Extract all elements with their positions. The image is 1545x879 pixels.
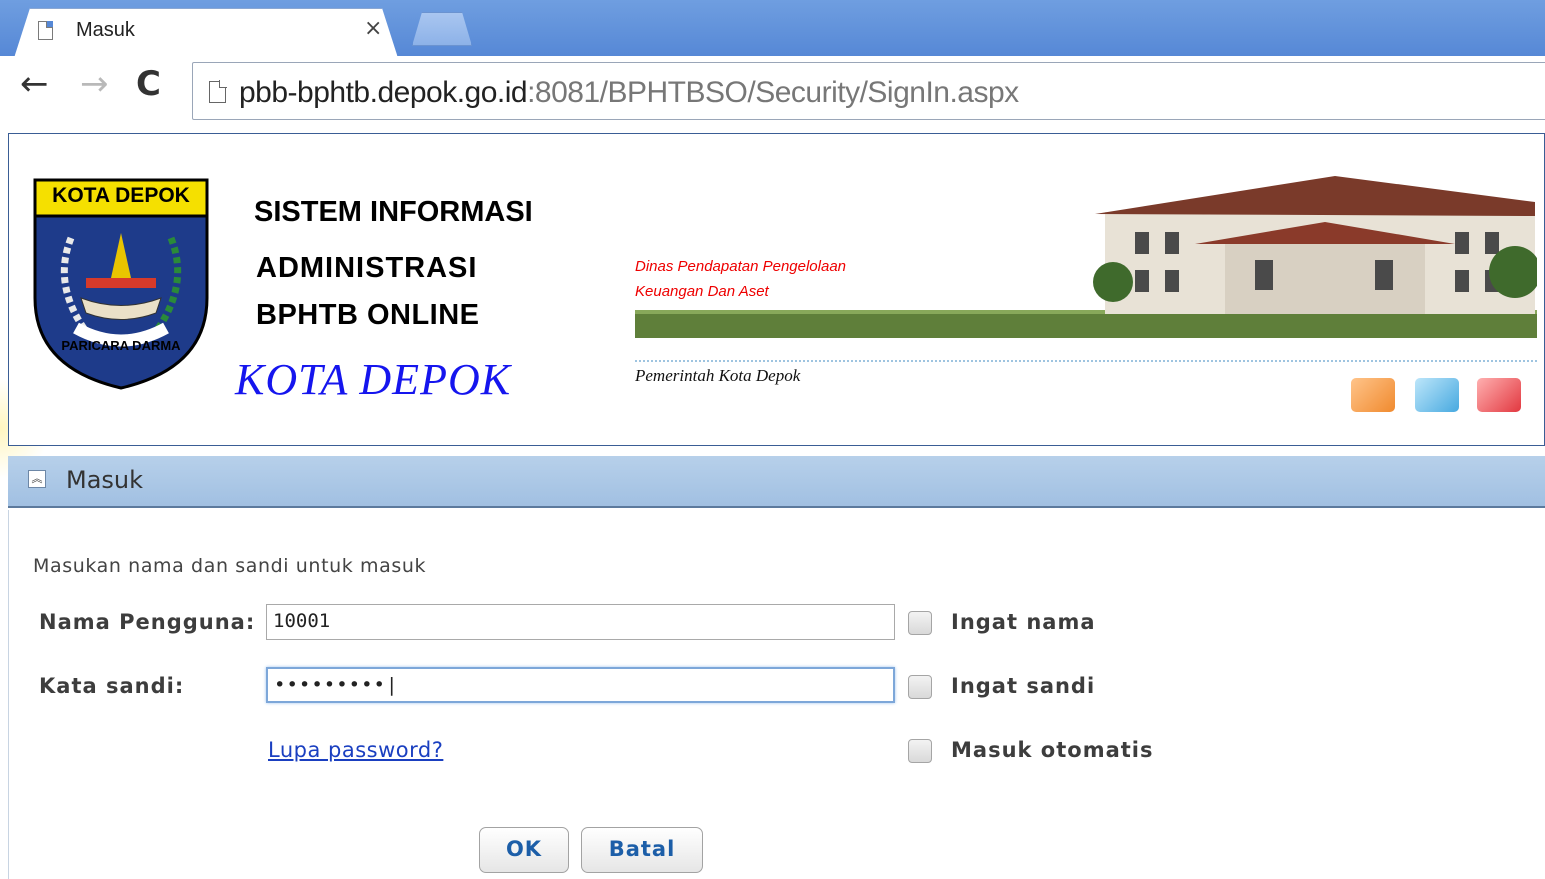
url-path: :8081/BPHTBSO/Security/SignIn.aspx	[527, 76, 1019, 109]
system-title-line2: ADMINISTRASI	[256, 252, 478, 284]
remember-password-label[interactable]: Ingat sandi	[951, 674, 1095, 698]
emblem-motto: PARICARA DARMA	[61, 338, 181, 353]
cancel-button[interactable]: Batal	[581, 827, 703, 873]
agency-name: Dinas Pendapatan Pengelolaan Keuangan Da…	[635, 254, 846, 304]
username-field[interactable]: 10001	[266, 604, 895, 640]
page-icon	[38, 21, 53, 40]
auto-login-checkbox[interactable]	[908, 739, 932, 763]
system-title-line1: SISTEM INFORMASI	[254, 196, 533, 228]
browser-tabstrip: Masuk ×	[0, 0, 1545, 58]
login-form: Masukan nama dan sandi untuk masuk Nama …	[8, 510, 1545, 879]
url-host: pbb-bphtb.depok.go.id	[239, 76, 528, 109]
banner-divider	[635, 360, 1537, 362]
orange-cube-icon	[1351, 378, 1395, 412]
forgot-password-link[interactable]: Lupa password?	[268, 738, 443, 762]
red-cube-icon	[1477, 378, 1521, 412]
panel-title: Masuk	[66, 466, 144, 494]
browser-toolbar: ← → C pbb-bphtb.depok.go.id:8081/BPHTBSO…	[0, 56, 1545, 128]
close-tab-icon[interactable]: ×	[364, 16, 382, 41]
system-title-line3: BPHTB ONLINE	[256, 299, 480, 331]
remember-name-label[interactable]: Ingat nama	[951, 610, 1096, 634]
remember-password-checkbox[interactable]	[908, 675, 932, 699]
login-panel-header: ︽ Masuk	[8, 456, 1545, 508]
browser-tab[interactable]	[14, 8, 398, 58]
agency-name-line1: Dinas Pendapatan Pengelolaan	[635, 258, 847, 275]
login-instruction: Masukan nama dan sandi untuk masuk	[33, 555, 427, 577]
password-label: Kata sandi:	[39, 674, 185, 698]
forward-icon[interactable]: →	[80, 64, 109, 104]
ok-button[interactable]: OK	[479, 827, 569, 873]
url-text[interactable]: pbb-bphtb.depok.go.id:8081/BPHTBSO/Secur…	[239, 76, 1019, 110]
collapse-icon[interactable]: ︽	[28, 470, 46, 488]
agency-name-line2: Keuangan Dan Aset	[635, 283, 769, 300]
government-name: Pemerintah Kota Depok	[635, 366, 801, 385]
tab-title: Masuk	[76, 19, 135, 41]
new-tab-button[interactable]	[412, 12, 472, 46]
blue-cube-icon	[1415, 378, 1459, 412]
auto-login-label[interactable]: Masuk otomatis	[951, 738, 1153, 762]
username-label: Nama Pengguna:	[39, 610, 256, 634]
remember-name-checkbox[interactable]	[908, 611, 932, 635]
site-banner: PARICARA DARMA KOTA DEPOK SISTEM INFORMA…	[8, 133, 1545, 446]
city-name: KOTA DEPOK	[235, 355, 512, 404]
emblem-label: KOTA DEPOK	[52, 184, 190, 207]
page-content: PARICARA DARMA KOTA DEPOK SISTEM INFORMA…	[0, 128, 1545, 879]
page-icon	[209, 80, 227, 103]
reload-icon[interactable]: C	[136, 64, 161, 104]
address-bar[interactable]: pbb-bphtb.depok.go.id:8081/BPHTBSO/Secur…	[192, 62, 1545, 120]
back-icon[interactable]: ←	[20, 64, 49, 104]
password-field[interactable]: •••••••••|	[266, 667, 895, 703]
